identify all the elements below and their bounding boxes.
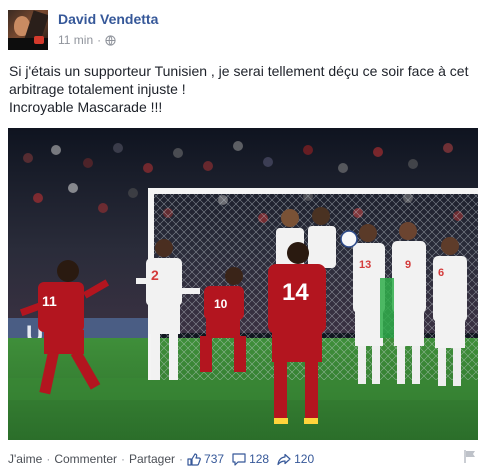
- flag-icon[interactable]: [463, 449, 477, 463]
- football-free-kick-photo: UNG: [8, 128, 478, 440]
- post-timestamp[interactable]: 11 min: [58, 33, 93, 47]
- author-name[interactable]: David Vendetta: [58, 11, 158, 27]
- like-button[interactable]: J'aime: [8, 452, 42, 466]
- likes-count[interactable]: 737: [187, 452, 224, 466]
- post-text-line-2: Incroyable Mascarade !!!: [9, 99, 163, 115]
- post-action-bar: J'aime · Commenter · Partager · 737 128 …: [8, 451, 481, 467]
- likes-count-value: 737: [204, 452, 225, 466]
- share-button[interactable]: Partager: [129, 452, 175, 466]
- shares-count-value: 120: [294, 452, 315, 466]
- facebook-post: David Vendetta 11 min · Si j'étais un su…: [0, 0, 489, 473]
- author-avatar[interactable]: [8, 10, 48, 50]
- action-separator: ·: [121, 452, 125, 466]
- action-separator: ·: [46, 452, 51, 466]
- svg-text:6: 6: [438, 267, 444, 279]
- post-photo[interactable]: UNG: [8, 128, 478, 440]
- football: [340, 230, 358, 248]
- svg-text:13: 13: [359, 259, 371, 271]
- svg-text:10: 10: [214, 297, 228, 311]
- svg-text:2: 2: [151, 267, 159, 283]
- svg-text:9: 9: [405, 259, 411, 271]
- comment-icon: [232, 452, 246, 466]
- svg-text:11: 11: [42, 293, 57, 309]
- svg-text:14: 14: [282, 279, 309, 306]
- comment-button[interactable]: Commenter: [54, 452, 117, 466]
- globe-icon[interactable]: [105, 34, 116, 46]
- comments-count-value: 128: [249, 452, 270, 466]
- post-meta: 11 min ·: [58, 33, 116, 47]
- action-separator: ·: [179, 452, 184, 466]
- post-text-line-1: Si j'étais un supporteur Tunisien , je s…: [9, 63, 469, 97]
- post-text: Si j'étais un supporteur Tunisien , je s…: [9, 62, 481, 116]
- comments-count[interactable]: 128: [232, 452, 269, 466]
- thumbs-up-icon: [187, 452, 201, 466]
- meta-separator: ·: [97, 33, 102, 47]
- share-icon: [277, 453, 291, 465]
- shares-count[interactable]: 120: [277, 452, 314, 466]
